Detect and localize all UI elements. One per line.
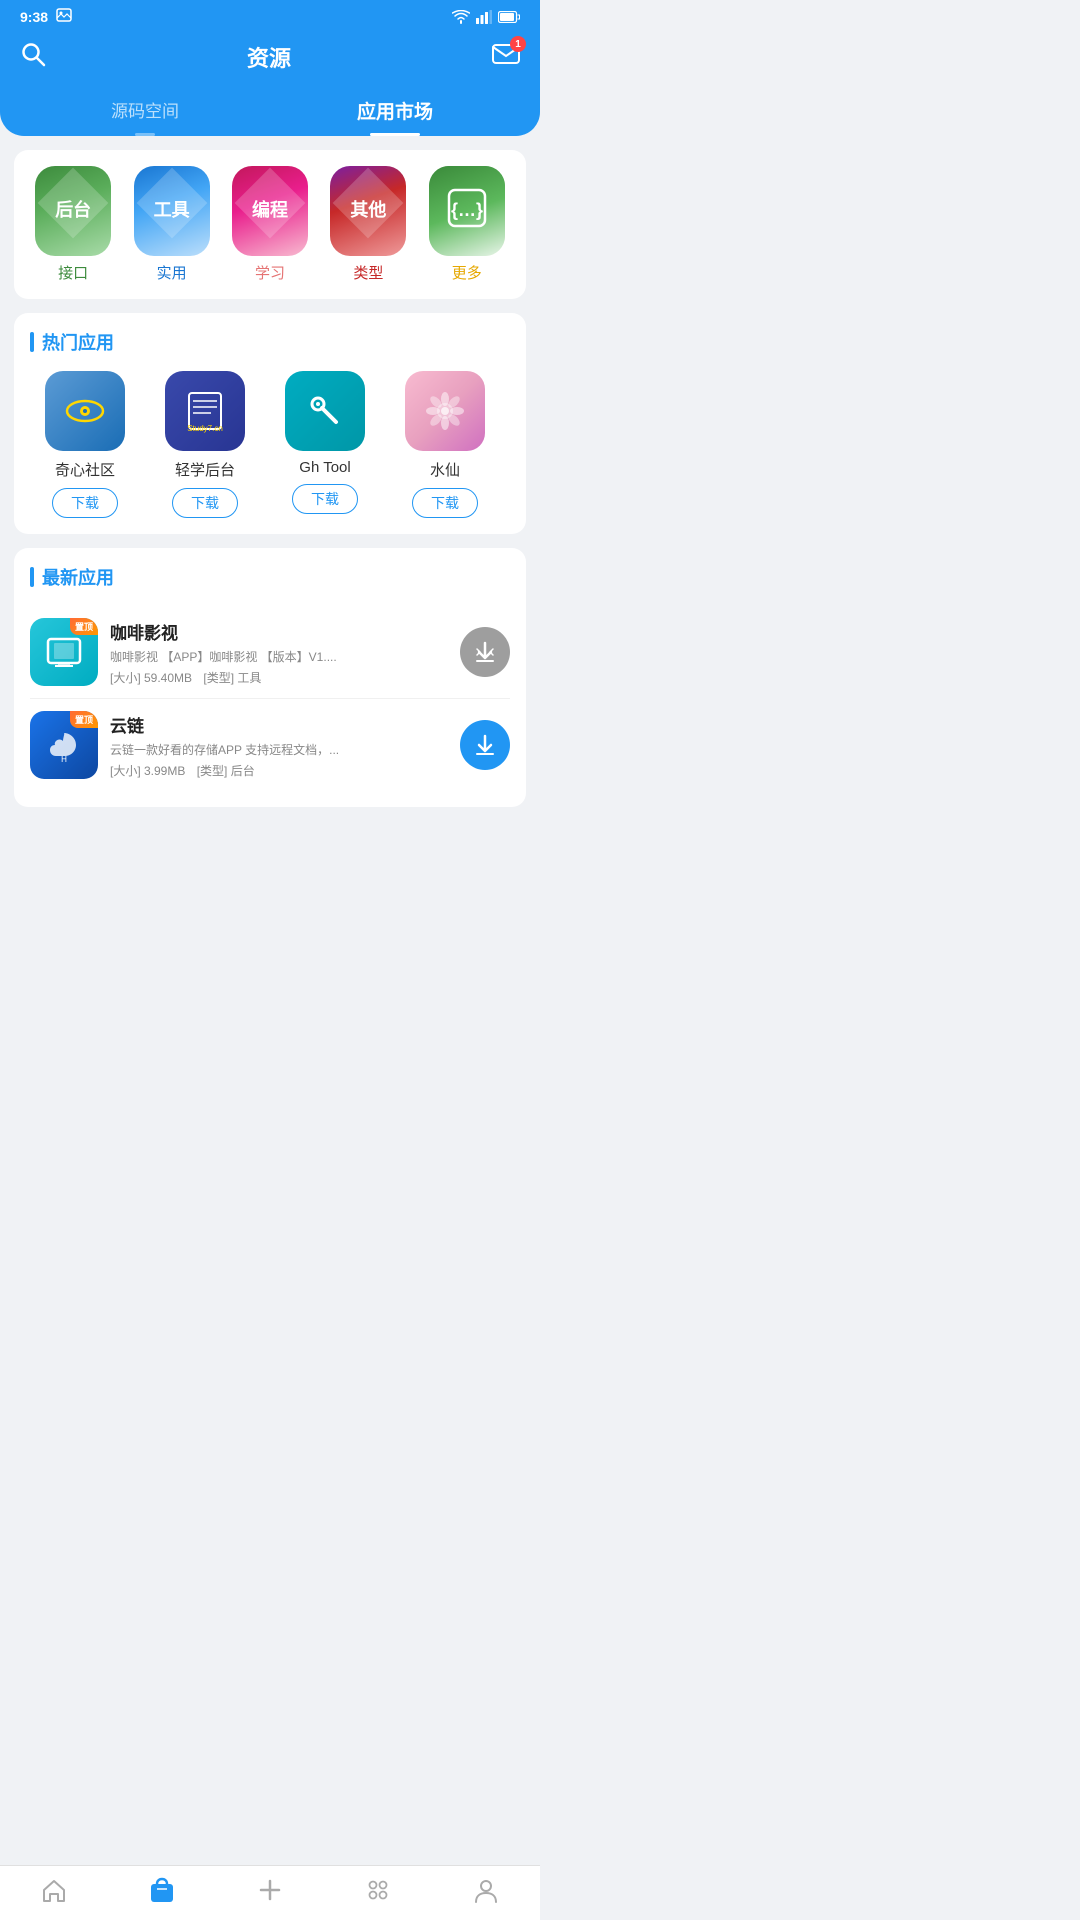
latest-app-yunlian[interactable]: 置顶 H 云链 云链一款好看的存储APP 支持远程文档，... [大小] 3.9… <box>30 699 510 791</box>
wifi-icon <box>452 10 470 24</box>
yunlian-desc: 云链一款好看的存储APP 支持远程文档，... <box>110 741 350 758</box>
ghtool-download-btn[interactable]: 下载 <box>292 484 358 514</box>
yunlian-download-btn[interactable] <box>460 720 510 770</box>
section-title-bar <box>30 332 34 352</box>
ghtool-name: Gh Tool <box>299 459 350 476</box>
nav-add[interactable] <box>256 1876 284 1904</box>
kafei-desc: 咖啡影视 【APP】咖啡影视 【版本】V1.... <box>110 648 350 665</box>
category-coding-label: 学习 <box>255 262 285 283</box>
svg-text:{…}: {…} <box>451 200 483 220</box>
category-more-label: 更多 <box>452 262 482 283</box>
mail-button[interactable]: 1 <box>492 42 520 72</box>
signal-icon <box>476 10 492 24</box>
shuixian-icon <box>405 371 485 451</box>
status-image-icon <box>56 8 72 25</box>
kafei-info: 咖啡影视 咖啡影视 【APP】咖啡影视 【版本】V1.... [大小] 59.4… <box>110 619 448 686</box>
search-button[interactable] <box>20 41 46 73</box>
hot-app-qixin[interactable]: 奇心社区 下载 <box>30 371 140 518</box>
battery-icon <box>498 11 520 23</box>
hot-apps-list: 奇心社区 下载 Study7.cn 轻学后台 下载 <box>30 371 510 518</box>
page-title: 资源 <box>247 41 291 73</box>
nav-home[interactable] <box>40 1876 68 1904</box>
kafei-download-btn[interactable] <box>460 627 510 677</box>
nav-apps[interactable] <box>364 1876 392 1904</box>
category-other[interactable]: 其他 类型 <box>323 166 413 283</box>
hot-apps-section: 热门应用 奇心社区 下载 <box>14 313 526 534</box>
svg-text:Study7.cn: Study7.cn <box>187 424 223 433</box>
yunlian-name: 云链 <box>110 712 448 737</box>
yunlian-meta: [大小] 3.99MB [类型] 后台 <box>110 762 448 779</box>
category-backend[interactable]: 后台 接口 <box>28 166 118 283</box>
kafei-icon: 置顶 <box>30 618 98 686</box>
status-bar: 9:38 <box>0 0 540 31</box>
hot-app-ghtool[interactable]: Gh Tool 下载 <box>270 371 380 518</box>
tab-source[interactable]: 源码空间 <box>20 87 270 136</box>
study7-download-btn[interactable]: 下载 <box>172 488 238 518</box>
category-section: 后台 接口 工具 实用 编程 学习 其他 类型 <box>14 150 526 299</box>
svg-text:H: H <box>61 755 67 764</box>
category-tools[interactable]: 工具 实用 <box>127 166 217 283</box>
latest-app-kafei[interactable]: 置顶 咖啡影视 咖啡影视 【APP】咖啡影视 【版本】V1.... [大小] 5… <box>30 606 510 699</box>
category-other-label: 类型 <box>353 262 383 283</box>
category-tools-label: 实用 <box>157 262 187 283</box>
header: 资源 1 源码空间 应用市场 <box>0 31 540 136</box>
hot-apps-title: 热门应用 <box>42 329 114 355</box>
kafei-name: 咖啡影视 <box>110 619 448 644</box>
yunlian-badge: 置顶 <box>70 711 98 728</box>
category-backend-label: 接口 <box>58 262 88 283</box>
hot-app-shuixian[interactable]: 水仙 下载 <box>390 371 500 518</box>
hot-app-study7[interactable]: Study7.cn 轻学后台 下载 <box>150 371 260 518</box>
latest-apps-section: 最新应用 置顶 咖啡影视 咖啡影视 【APP】咖啡影视 【版本】V1.... [… <box>14 548 526 807</box>
latest-section-title-bar <box>30 567 34 587</box>
qixin-name: 奇心社区 <box>55 459 115 480</box>
study7-name: 轻学后台 <box>175 459 235 480</box>
status-time: 9:38 <box>20 9 48 25</box>
yunlian-icon: 置顶 H <box>30 711 98 779</box>
qixin-icon <box>45 371 125 451</box>
tab-market[interactable]: 应用市场 <box>270 87 520 136</box>
category-coding[interactable]: 编程 学习 <box>225 166 315 283</box>
qixin-download-btn[interactable]: 下载 <box>52 488 118 518</box>
yunlian-info: 云链 云链一款好看的存储APP 支持远程文档，... [大小] 3.99MB [… <box>110 712 448 779</box>
latest-apps-title: 最新应用 <box>42 564 114 590</box>
mail-badge: 1 <box>510 36 526 52</box>
nav-shop[interactable] <box>148 1876 176 1904</box>
kafei-badge: 置顶 <box>70 618 98 635</box>
kafei-meta: [大小] 59.40MB [类型] 工具 <box>110 669 448 686</box>
shuixian-name: 水仙 <box>430 459 460 480</box>
status-icons <box>452 10 520 24</box>
nav-user[interactable] <box>472 1876 500 1904</box>
study7-icon: Study7.cn <box>165 371 245 451</box>
category-more[interactable]: {…} 更多 <box>422 166 512 283</box>
shuixian-download-btn[interactable]: 下载 <box>412 488 478 518</box>
bottom-nav <box>0 1865 540 1920</box>
ghtool-icon <box>285 371 365 451</box>
tab-bar: 源码空间 应用市场 <box>20 87 520 136</box>
